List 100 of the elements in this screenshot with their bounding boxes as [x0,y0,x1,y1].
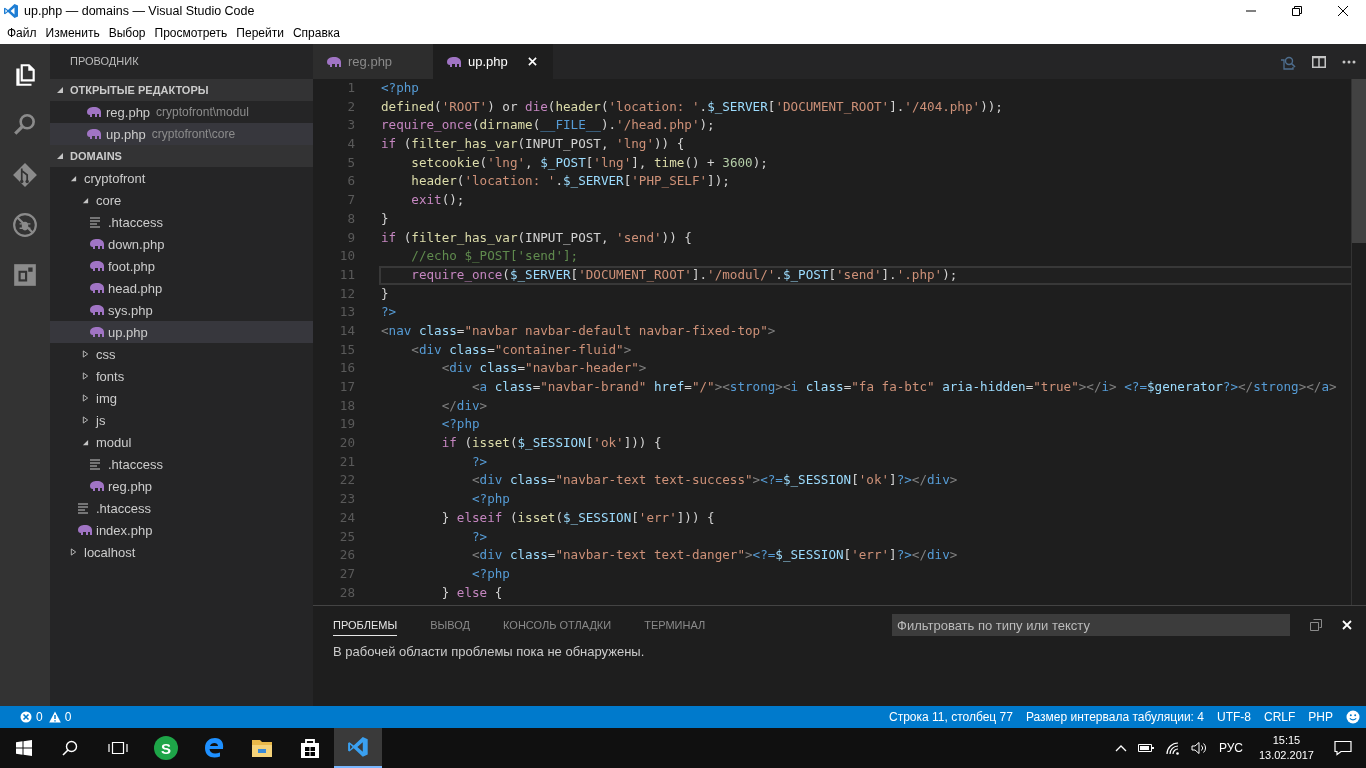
folder-item[interactable]: img [50,387,313,409]
section-header[interactable]: ОТКРЫТЫЕ РЕДАКТОРЫ [50,79,313,101]
menu-item[interactable]: Перейти [236,26,284,40]
restore-icon[interactable] [1292,6,1302,16]
menu-item[interactable]: Файл [7,26,37,40]
status-item[interactable]: UTF-8 [1216,710,1251,724]
error-icon[interactable] [20,711,32,723]
status-item[interactable]: CRLF [1263,710,1296,724]
folder-item[interactable]: modul [50,431,313,453]
file-item[interactable]: up.php [50,321,313,343]
debug-icon[interactable] [12,212,38,238]
code-line: <div class="navbar-text text-success"><?=$_SESSION['ok']?></div> [471,471,959,490]
panel-tab[interactable]: ВЫВОД [430,615,471,635]
more-actions-icon[interactable] [1342,59,1356,64]
elephant-icon [89,238,105,250]
file-name: up.php [106,126,146,142]
file-item[interactable]: index.php [50,519,313,541]
open-editor-item[interactable]: reg.php cryptofront\modul [50,101,313,123]
folder-item[interactable]: css [50,343,313,365]
section-header[interactable]: DOMAINS [50,145,313,167]
error-count[interactable]: 0 [36,710,43,724]
input-language[interactable]: РУС [1218,741,1243,755]
file-item[interactable]: .htaccess [50,211,313,233]
elephant-icon [86,106,102,118]
warning-icon[interactable] [48,711,61,723]
elephant-icon [446,55,462,68]
menu-item[interactable]: Просмотреть [154,26,228,40]
battery-icon[interactable] [1136,742,1155,754]
clock-date[interactable]: 13.02.2017 [1258,748,1314,763]
file-name: css [96,346,116,362]
code-line: if (isset($_SESSION['ok'])) { [440,434,663,453]
filter-field[interactable]: Фильтровать по типу или тексту [892,614,1290,636]
smiley-icon[interactable] [1346,710,1360,724]
start-icon[interactable] [16,740,32,756]
file-name: img [96,390,117,406]
wifi-icon[interactable] [1164,741,1181,755]
problems-message: В рабочей области проблемы пока не обнаружены. [333,644,646,659]
editor-tab[interactable]: reg.php [313,44,433,79]
folder-item[interactable]: cryptofront [50,167,313,189]
text-lines-icon [77,502,89,514]
code-line: if (filter_has_var(INPUT_POST, 'lng')) { [380,135,686,154]
line-number: 11 [338,265,355,284]
split-editor-icon[interactable] [1312,55,1326,68]
code-line: } elseif (isset($_SESSION['err'])) { [440,508,716,527]
line-number: 6 [346,172,355,191]
status-item[interactable]: Размер интервала табуляции: 4 [1025,710,1204,724]
maximize-panel-icon[interactable] [1310,619,1322,631]
file-name: down.php [108,236,165,252]
file-item[interactable]: .htaccess [50,497,313,519]
status-item[interactable]: Строка 11, столбец 77 [889,710,1013,724]
volume-icon[interactable] [1190,741,1207,755]
extensions-icon[interactable] [12,262,38,288]
editor-tab[interactable]: up.php [433,44,553,79]
open-editor-item[interactable]: up.php cryptofront\core [50,123,313,145]
status-item[interactable]: PHP [1308,710,1333,724]
scrollbar-thumb[interactable] [1352,79,1366,243]
code-line: } [380,284,390,303]
tab-label: reg.php [348,54,393,69]
menu-item[interactable]: Изменить [45,26,100,40]
code-line: header('location: '.$_SERVER['PHP_SELF']); [410,172,731,191]
code-line: if (filter_has_var(INPUT_POST, 'send')) { [380,228,693,247]
folder-item[interactable]: localhost [50,541,313,563]
notifications-icon[interactable] [1334,740,1352,756]
line-number: 9 [346,228,355,247]
close-icon[interactable] [1338,6,1348,16]
panel-tab[interactable]: ТЕРМИНАЛ [644,615,706,635]
file-item[interactable]: .htaccess [50,453,313,475]
elephant-icon [89,260,105,272]
elephant-icon [77,524,93,536]
file-item[interactable]: reg.php [50,475,313,497]
clock-time[interactable]: 15:15 [1272,733,1301,748]
task-view-icon[interactable] [108,740,128,756]
code-line: //echo $_POST['send']; [410,247,580,266]
file-item[interactable]: head.php [50,277,313,299]
code-line: ?> [380,303,398,322]
file-name: up.php [108,324,148,340]
file-item[interactable]: sys.php [50,299,313,321]
file-item[interactable]: foot.php [50,255,313,277]
window-title: up.php — domains — Visual Studio Code [24,4,255,18]
folder-item[interactable]: fonts [50,365,313,387]
folder-item[interactable]: js [50,409,313,431]
line-number: 1 [346,79,355,97]
code-line: <?php [440,415,481,434]
line-number: 14 [338,321,355,340]
line-number: 23 [338,490,355,509]
warning-count[interactable]: 0 [64,710,72,724]
elephant-icon [326,55,342,68]
file-item[interactable]: down.php [50,233,313,255]
folder-item[interactable]: core [50,189,313,211]
file-name: .htaccess [108,214,163,230]
menu-item[interactable]: Выбор [108,26,146,40]
source-control-icon[interactable] [12,162,38,188]
code-line: ?> [471,452,489,471]
menu-item[interactable]: Справка [292,26,340,40]
search-icon[interactable] [62,740,78,756]
chevron-up-icon[interactable] [1114,744,1127,752]
code-line: <nav class="navbar navbar-default navbar-fixed-top"> [380,321,777,340]
panel-tab[interactable]: ПРОБЛЕМЫ [333,614,398,636]
line-number: 17 [338,378,355,396]
panel-tab[interactable]: КОНСОЛЬ ОТЛАДКИ [503,615,612,635]
